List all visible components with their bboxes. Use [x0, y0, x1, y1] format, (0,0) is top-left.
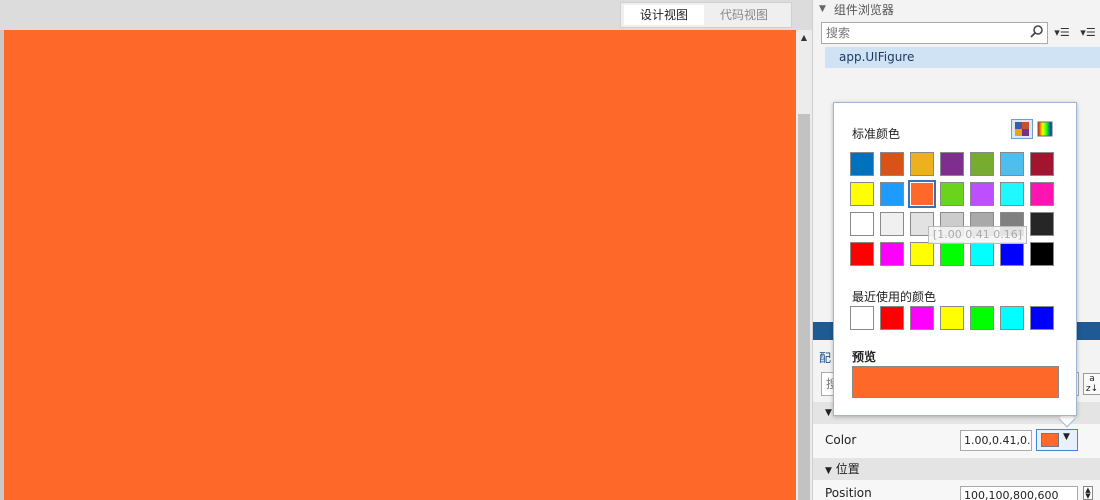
standard-color-swatch[interactable]	[1030, 152, 1054, 176]
standard-color-swatch[interactable]	[1030, 182, 1054, 206]
scroll-up-arrow-icon[interactable]: ▲	[796, 30, 812, 46]
tab-design-view[interactable]: 设计视图	[624, 5, 705, 25]
standard-color-swatch[interactable]	[880, 212, 904, 236]
tab-code-view[interactable]: 代码视图	[704, 5, 784, 25]
standard-color-swatch[interactable]	[910, 242, 934, 266]
component-browser-title: 组件浏览器	[833, 2, 894, 17]
standard-color-swatch[interactable]	[880, 152, 904, 176]
position-property-label: Position	[825, 486, 872, 500]
standard-color-swatch[interactable]	[940, 242, 964, 266]
standard-color-swatch[interactable]	[850, 242, 874, 266]
standard-color-swatch[interactable]	[970, 242, 994, 266]
color-picker-popup: 标准颜色 [1.00 0.41 0.16] 最近使用的颜色 预览	[833, 102, 1077, 416]
inspector-title: 配	[819, 351, 832, 365]
standard-color-swatch[interactable]	[880, 242, 904, 266]
position-value-field[interactable]: 100,100,800,600	[960, 486, 1078, 500]
sort-az-icon[interactable]: a z↓	[1083, 373, 1100, 395]
recent-colors-label: 最近使用的颜色	[852, 290, 937, 304]
recent-color-swatch[interactable]	[1030, 306, 1054, 330]
recent-color-swatch[interactable]	[970, 306, 994, 330]
standard-color-swatch[interactable]	[1030, 242, 1054, 266]
standard-color-swatch[interactable]	[1000, 242, 1024, 266]
standard-color-swatch[interactable]	[880, 182, 904, 206]
component-browser-header[interactable]: ▼ 组件浏览器	[813, 0, 1100, 18]
color-property-label: Color	[825, 433, 857, 447]
standard-color-swatch[interactable]	[850, 212, 874, 236]
standard-color-swatch[interactable]	[910, 152, 934, 176]
standard-color-swatch[interactable]	[970, 182, 994, 206]
property-group-position[interactable]: ▼ 位置	[813, 458, 1100, 480]
standard-color-swatch[interactable]	[1000, 152, 1024, 176]
color-preview-box	[852, 366, 1059, 398]
position-group-label: 位置	[835, 462, 860, 476]
tree-item-uifigure[interactable]: app.UIFigure	[825, 47, 1100, 68]
property-row-color: Color 1.00,0.41,0. ▼	[813, 424, 1100, 458]
color-picker-button[interactable]: ▼	[1036, 429, 1078, 451]
standard-color-swatch[interactable]	[1030, 212, 1054, 236]
property-row-position: Position 100,100,800,600 ▲ ▼	[813, 480, 1100, 500]
recent-color-swatch[interactable]	[940, 306, 964, 330]
view-tabs: 设计视图 代码视图	[620, 2, 792, 28]
expand-triangle-icon: ▼	[825, 466, 832, 476]
browser-search-input[interactable]: 搜索	[821, 22, 1048, 44]
recent-color-swatch[interactable]	[910, 306, 934, 330]
list-view-icon[interactable]: ▾☰	[1079, 25, 1097, 41]
browser-search-row: 搜索 ▾☰ ▾☰	[821, 22, 1100, 46]
scroll-thumb[interactable]	[798, 114, 810, 500]
standard-color-swatch[interactable]	[1000, 182, 1024, 206]
recent-color-swatch[interactable]	[850, 306, 874, 330]
custom-color-mode-icon[interactable]	[1037, 121, 1053, 137]
position-spinner[interactable]: ▲ ▼	[1083, 486, 1093, 500]
tree-view-icon[interactable]: ▾☰	[1053, 25, 1071, 41]
recent-color-swatch[interactable]	[1000, 306, 1024, 330]
collapse-triangle-icon[interactable]: ▼	[819, 4, 826, 14]
design-area: 设计视图 代码视图 ▲	[0, 0, 812, 500]
standard-colors-label: 标准颜色	[852, 127, 901, 141]
standard-palette-mode-icon[interactable]	[1011, 119, 1033, 139]
recent-color-swatch[interactable]	[880, 306, 904, 330]
standard-color-swatch[interactable]	[940, 152, 964, 176]
standard-color-swatch[interactable]	[850, 152, 874, 176]
preview-label: 预览	[852, 350, 877, 364]
chevron-down-icon: ▼	[1063, 432, 1070, 442]
color-swatch	[1041, 433, 1059, 447]
standard-color-swatch[interactable]	[940, 182, 964, 206]
color-value-field[interactable]: 1.00,0.41,0.	[960, 430, 1032, 451]
standard-color-swatch[interactable]	[908, 180, 936, 208]
standard-color-swatch[interactable]	[850, 182, 874, 206]
color-tooltip: [1.00 0.41 0.16]	[928, 226, 1028, 244]
ui-figure-canvas[interactable]	[0, 30, 796, 500]
search-icon[interactable]	[1029, 24, 1045, 40]
standard-color-grid	[850, 152, 1054, 266]
recent-color-grid	[850, 306, 1054, 330]
standard-color-swatch[interactable]	[970, 152, 994, 176]
canvas-scrollbar[interactable]: ▲	[796, 30, 812, 500]
